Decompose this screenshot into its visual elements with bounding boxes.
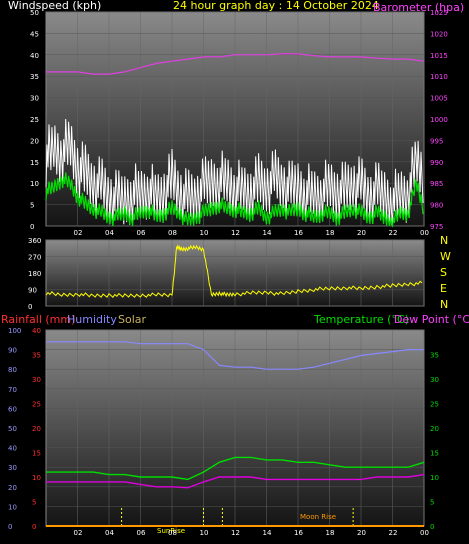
chart-title: 24 hour graph day : 14 October 2024 — [173, 0, 379, 12]
y-tick-humidity: 20 — [8, 484, 17, 492]
x-tick-label: 00 — [420, 529, 429, 537]
x-tick-label: 18 — [326, 529, 335, 537]
y-tick-humidity: 40 — [8, 445, 17, 453]
y-tick-humidity: 10 — [8, 503, 17, 511]
x-tick-label: 18 — [326, 229, 335, 237]
x-tick-label: 00 — [420, 229, 429, 237]
y-tick-humidity: 50 — [8, 425, 17, 433]
y-tick-barometer: 1000 — [430, 116, 448, 124]
direction-letter: N — [440, 234, 448, 247]
x-tick-label: 16 — [294, 529, 303, 537]
y-tick-barometer: 980 — [430, 202, 443, 210]
solar-label: Solar — [118, 313, 147, 326]
y-tick-direction: 360 — [28, 237, 41, 245]
direction-letter: N — [440, 298, 448, 311]
y-tick-humidity: 60 — [8, 405, 17, 413]
x-tick-label: 08 — [168, 529, 177, 537]
y-tick-barometer: 975 — [430, 223, 443, 231]
y-tick-direction: 270 — [28, 254, 41, 262]
y-tick-barometer: 1010 — [430, 73, 448, 81]
y-tick-windspeed: 15 — [30, 159, 39, 167]
x-tick-label: 04 — [105, 229, 114, 237]
weather-24h-chart: Windspeed (kph) 24 hour graph day : 14 O… — [1, 0, 469, 537]
y-tick-temperature: 25 — [430, 401, 439, 409]
x-tick-label: 10 — [200, 529, 209, 537]
y-tick-rainfall: 10 — [32, 474, 41, 482]
direction-letter: E — [440, 282, 447, 295]
y-tick-barometer: 995 — [430, 137, 443, 145]
x-tick-label: 06 — [137, 529, 146, 537]
y-tick-barometer: 1005 — [430, 95, 448, 103]
y-tick-humidity: 90 — [8, 347, 17, 355]
x-tick-label: 12 — [231, 229, 240, 237]
rainfall-label: Rainfall (mm) — [1, 313, 75, 326]
y-tick-windspeed: 0 — [30, 223, 34, 231]
y-tick-windspeed: 50 — [30, 9, 39, 17]
x-tick-label: 02 — [74, 529, 83, 537]
y-tick-barometer: 985 — [430, 180, 443, 188]
y-tick-humidity: 0 — [8, 523, 12, 531]
x-tick-label: 02 — [74, 229, 83, 237]
y-tick-humidity: 80 — [8, 366, 17, 374]
y-tick-rainfall: 30 — [32, 376, 41, 384]
y-tick-windspeed: 45 — [30, 30, 39, 38]
y-tick-temperature: 20 — [430, 425, 439, 433]
x-tick-label: 12 — [231, 529, 240, 537]
y-tick-rainfall: 5 — [32, 499, 36, 507]
y-tick-temperature: 5 — [430, 499, 434, 507]
y-tick-rainfall: 15 — [32, 450, 41, 458]
y-tick-temperature: 0 — [430, 523, 434, 531]
y-tick-rainfall: 35 — [32, 352, 41, 360]
direction-letter: W — [440, 250, 451, 263]
x-tick-label: 14 — [263, 229, 272, 237]
y-tick-barometer: 1020 — [430, 30, 448, 38]
y-tick-barometer: 1015 — [430, 52, 448, 60]
y-tick-direction: 90 — [28, 287, 37, 295]
y-tick-windspeed: 20 — [30, 137, 39, 145]
y-tick-direction: 180 — [28, 270, 41, 278]
y-tick-windspeed: 25 — [30, 116, 39, 124]
y-tick-windspeed: 30 — [30, 95, 39, 103]
windspeed-axis-label: Windspeed (kph) — [8, 0, 101, 12]
x-tick-label: 04 — [105, 529, 114, 537]
y-tick-windspeed: 5 — [30, 202, 34, 210]
direction-letter: S — [440, 266, 447, 279]
y-tick-temperature: 30 — [430, 376, 439, 384]
y-tick-rainfall: 0 — [32, 523, 36, 531]
y-tick-temperature: 35 — [430, 352, 439, 360]
y-tick-windspeed: 40 — [30, 52, 39, 60]
y-tick-windspeed: 10 — [30, 180, 39, 188]
direction-letters: NWSEN — [440, 234, 451, 311]
y-tick-humidity: 70 — [8, 386, 17, 394]
barometer-axis-label: Barometer (hpa) — [373, 1, 464, 14]
x-tick-label: 16 — [294, 229, 303, 237]
x-tick-label: 14 — [263, 529, 272, 537]
x-tick-label: 20 — [357, 229, 366, 237]
y-tick-rainfall: 25 — [32, 401, 41, 409]
x-tick-label: 06 — [137, 229, 146, 237]
y-tick-barometer: 990 — [430, 159, 443, 167]
x-tick-label: 22 — [389, 529, 398, 537]
x-tick-label: 20 — [357, 529, 366, 537]
humidity-label: Humidity — [67, 313, 117, 326]
x-tick-label: 08 — [168, 229, 177, 237]
y-tick-humidity: 100 — [8, 327, 21, 335]
y-tick-temperature: 15 — [430, 450, 439, 458]
y-tick-barometer: 1025 — [430, 9, 448, 17]
y-tick-humidity: 30 — [8, 464, 17, 472]
y-tick-rainfall: 20 — [32, 425, 41, 433]
y-tick-direction: 0 — [28, 303, 32, 311]
y-tick-rainfall: 40 — [32, 327, 41, 335]
y-tick-windspeed: 35 — [30, 73, 39, 81]
x-tick-label: 10 — [200, 229, 209, 237]
x-tick-label: 22 — [389, 229, 398, 237]
moonrise-label: Moon Rise — [300, 513, 336, 521]
y-tick-temperature: 10 — [430, 474, 439, 482]
dewpoint-label: Dew Point (°C) — [394, 313, 469, 326]
